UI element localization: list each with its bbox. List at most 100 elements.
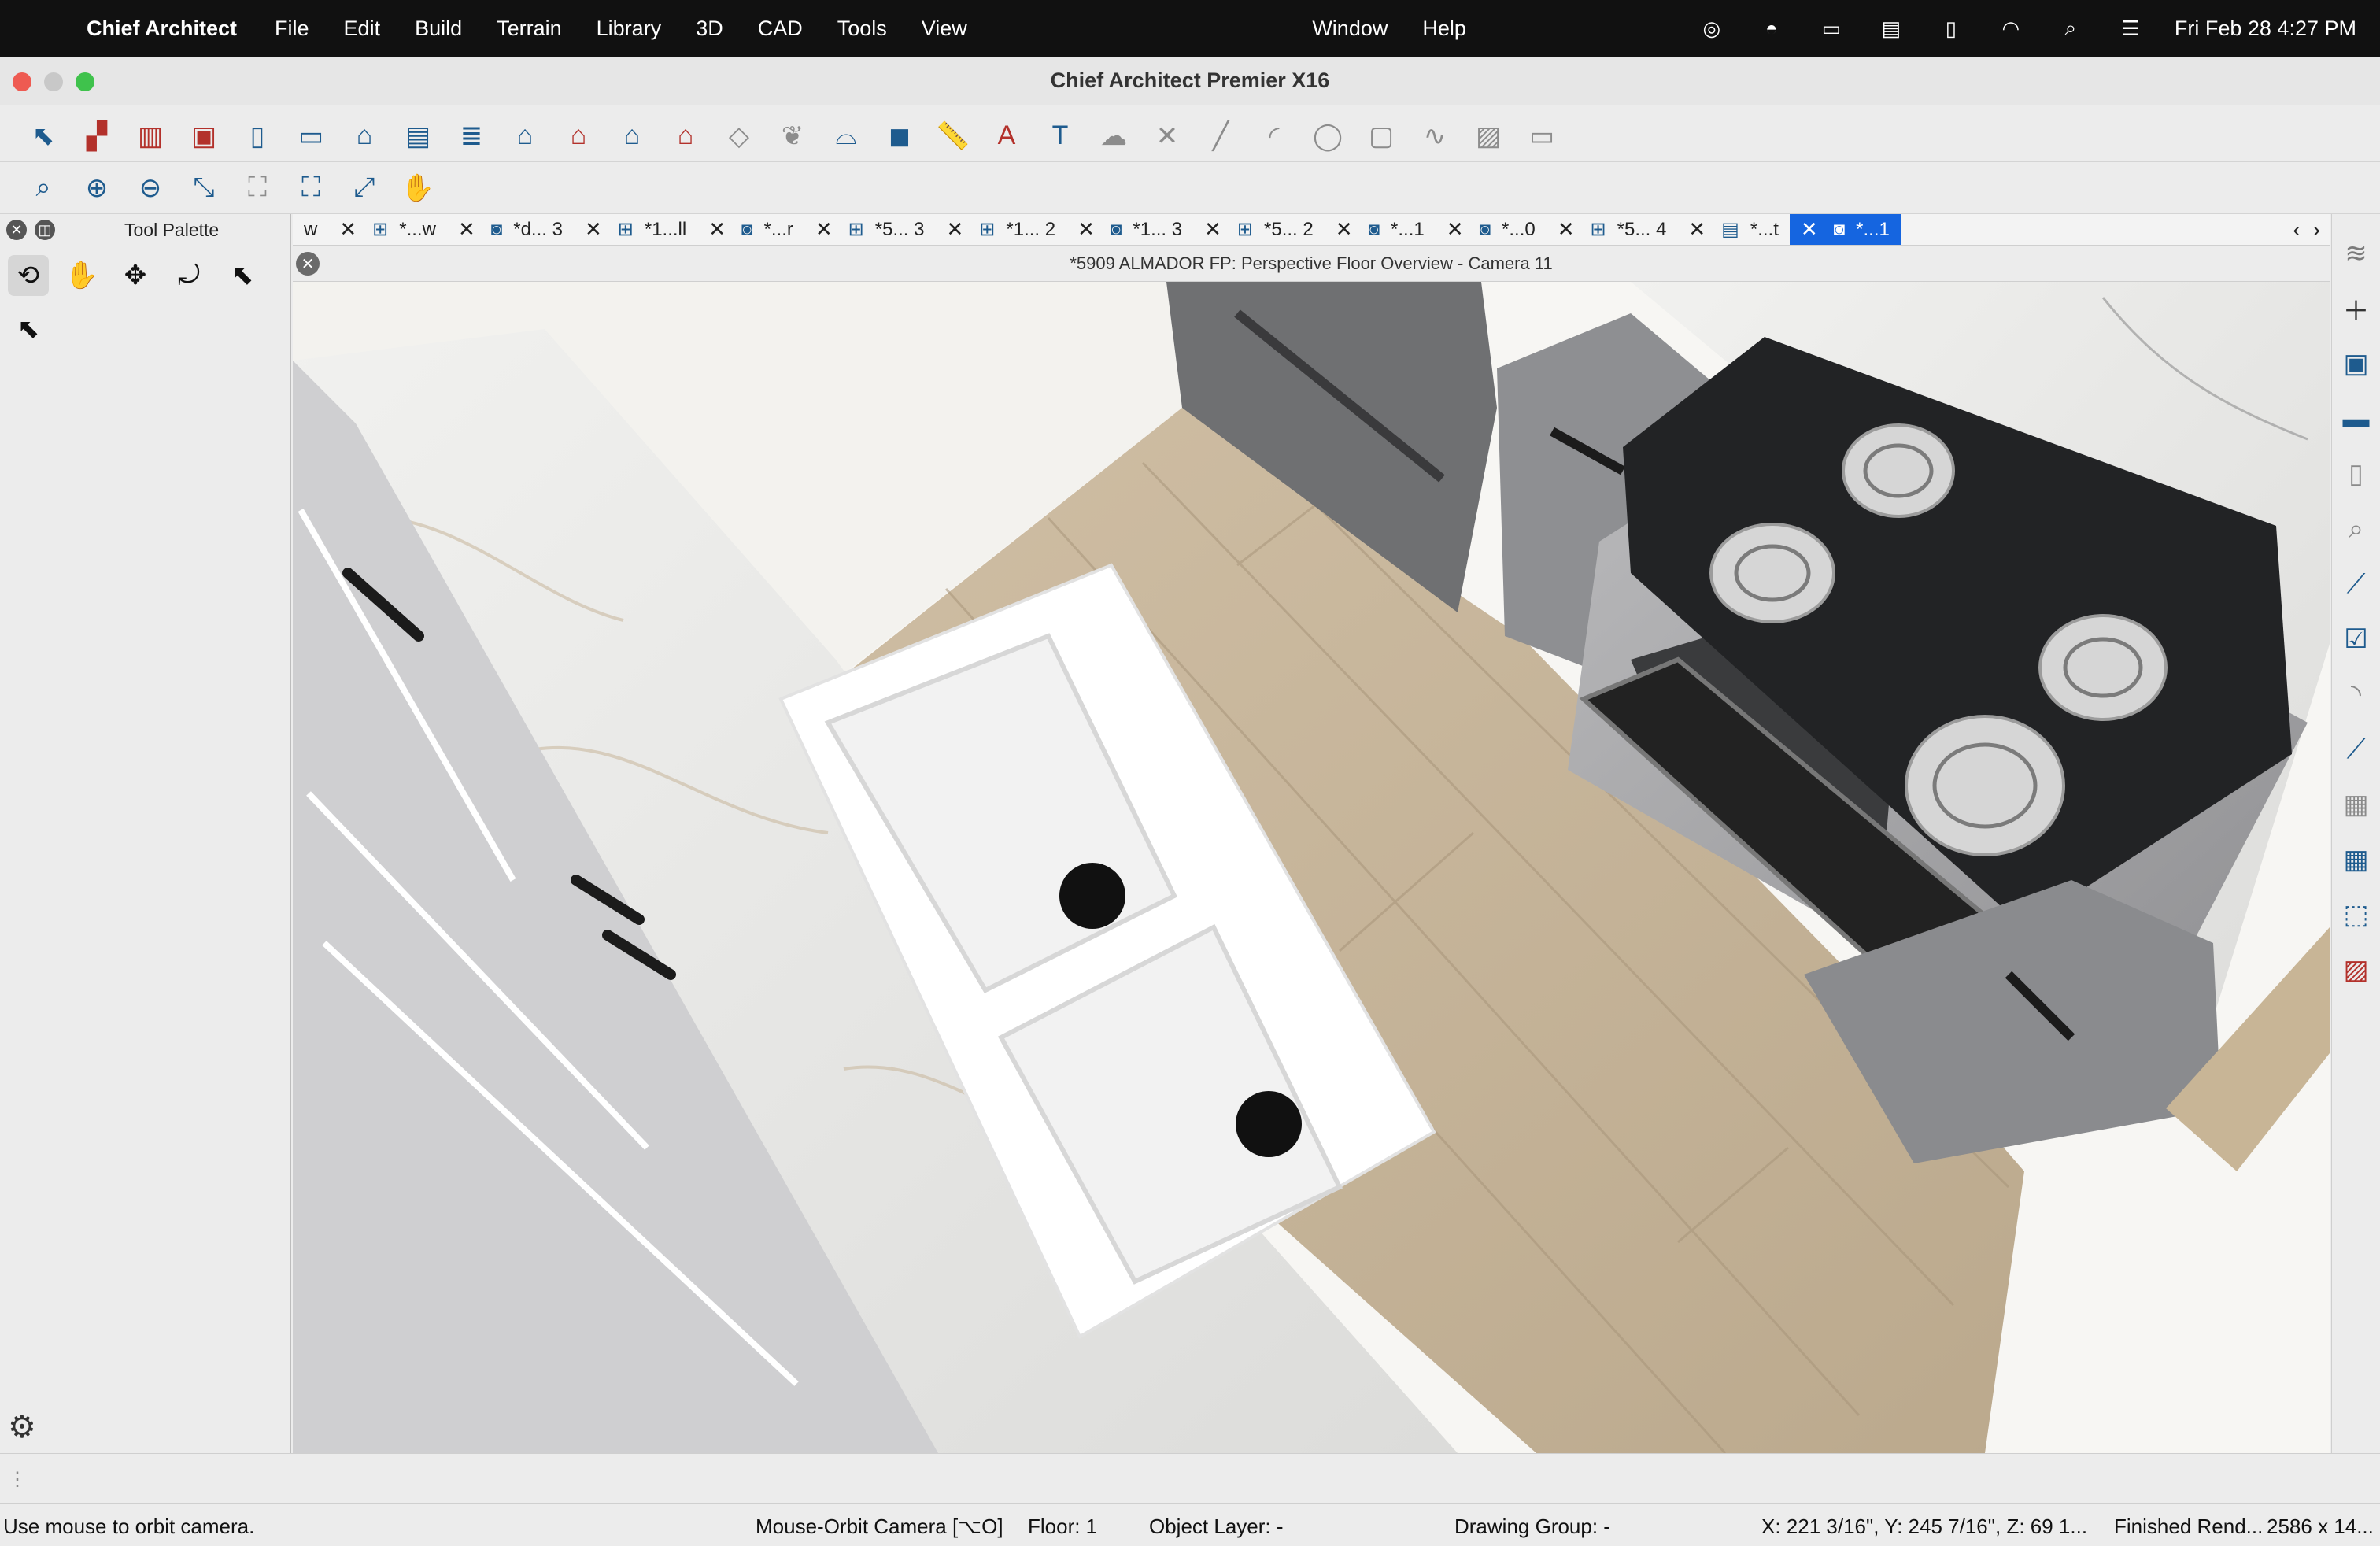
close-window-button[interactable]	[13, 72, 31, 91]
display-icon[interactable]: ▭	[1817, 17, 1846, 41]
add-icon[interactable]: ＋	[2338, 290, 2375, 327]
close-tab-icon[interactable]: ✕	[1558, 217, 1575, 242]
menu-window[interactable]: Window	[1312, 17, 1388, 41]
control-center-icon[interactable]: ☰	[2116, 17, 2145, 41]
tab-view-10[interactable]: ✕ ◙ *...1	[1325, 214, 1436, 245]
house-tool-icon[interactable]: ⌂	[505, 117, 545, 156]
plant-tool-icon[interactable]: ❦	[773, 117, 812, 156]
circle-tool-icon[interactable]: ◯	[1308, 117, 1347, 156]
fixture-tool-icon[interactable]: ⌓	[826, 117, 866, 156]
line-tool-icon[interactable]: ╱	[1201, 117, 1240, 156]
transform-icon[interactable]: ⬚	[2338, 896, 2375, 934]
detach-palette-icon[interactable]: ◫	[35, 220, 55, 240]
cad-detail-icon[interactable]: ▭	[1522, 117, 1561, 156]
cloud-tool-icon[interactable]: ☁	[1094, 117, 1133, 156]
tab-view-4[interactable]: ✕ ⊞ *1...ll	[574, 214, 697, 245]
preview-icon[interactable]: ⌕	[2338, 510, 2375, 548]
edit-line-icon[interactable]: ⟋	[2338, 565, 2375, 603]
tab-view-5[interactable]: ✕ ◙ *...r	[697, 214, 804, 245]
wifi-icon[interactable]: ◠	[1997, 17, 2025, 41]
open-object-icon[interactable]: ▣	[2338, 345, 2375, 383]
window-tool-icon[interactable]: ▭	[291, 117, 331, 156]
search-icon[interactable]: ⌕	[2057, 16, 2085, 41]
tab-next-icon[interactable]: ›	[2313, 217, 2320, 242]
app-menu[interactable]: Chief Architect	[87, 17, 237, 41]
framing-tool-icon[interactable]: ⌂	[666, 117, 705, 156]
menu-cad[interactable]: CAD	[758, 17, 803, 41]
menu-file[interactable]: File	[275, 17, 309, 41]
close-tab-icon[interactable]: ✕	[1801, 217, 1818, 242]
fingerprint-icon[interactable]: ◎	[1698, 17, 1726, 41]
reverse-icon[interactable]: ▬	[2338, 400, 2375, 438]
battery-icon[interactable]: ▯	[1937, 17, 1965, 41]
card-icon[interactable]: ▤	[1877, 17, 1905, 41]
menu-view[interactable]: View	[922, 17, 967, 41]
roof-tool-icon[interactable]: ⌂	[559, 117, 598, 156]
arc-edit-icon[interactable]: ◝	[2338, 675, 2375, 713]
tilt-camera-icon[interactable]: ⤾	[168, 255, 209, 296]
horizontal-scrollbar[interactable]: ⋮	[0, 1453, 2380, 1503]
close-palette-icon[interactable]: ✕	[6, 220, 27, 240]
text-tool-icon[interactable]: T	[1040, 117, 1080, 156]
camera-settings-icon[interactable]: ⬉	[8, 309, 49, 350]
close-tab-icon[interactable]: ✕	[815, 217, 833, 242]
menubar-clock[interactable]: Fri Feb 28 4:27 PM	[2175, 17, 2356, 41]
tab-view-6[interactable]: ✕ ⊞ *5... 3	[804, 214, 936, 245]
tab-view-14-active[interactable]: ✕ ◙ *...1	[1789, 214, 1901, 245]
close-tab-icon[interactable]: ✕	[1336, 217, 1353, 242]
pan-camera-icon[interactable]: ✋	[61, 255, 102, 296]
undo-zoom-icon[interactable]: ⤡	[184, 168, 224, 208]
menu-help[interactable]: Help	[1422, 17, 1466, 41]
minimize-window-button[interactable]	[44, 72, 63, 91]
tab-view-12[interactable]: ✕ ⊞ *5... 4	[1547, 214, 1678, 245]
close-view-icon[interactable]: ✕	[296, 252, 320, 276]
pan-view-icon[interactable]: ✋	[398, 168, 438, 208]
arc-tool-icon[interactable]: ◜	[1255, 117, 1294, 156]
menu-terrain[interactable]: Terrain	[497, 17, 562, 41]
3d-viewport[interactable]	[293, 282, 2330, 1453]
close-tab-icon[interactable]: ✕	[1077, 217, 1095, 242]
grid-edit-icon[interactable]: ▦	[2338, 841, 2375, 878]
close-tab-icon[interactable]: ✕	[458, 217, 475, 242]
zoom-out-icon[interactable]: ⊖	[131, 168, 170, 208]
close-tab-icon[interactable]: ✕	[1447, 217, 1464, 242]
dormer-tool-icon[interactable]: ⌂	[612, 117, 652, 156]
tab-view-2[interactable]: ✕ ⊞ *...w	[328, 214, 447, 245]
close-tab-icon[interactable]: ✕	[339, 217, 357, 242]
menu-edit[interactable]: Edit	[344, 17, 381, 41]
fill-building-icon[interactable]: ⛶	[291, 168, 331, 208]
close-tab-icon[interactable]: ✕	[1204, 217, 1221, 242]
tab-view-3[interactable]: ✕ ◙ *d... 3	[447, 214, 574, 245]
zoom-window-icon[interactable]: ⌕	[24, 168, 63, 208]
select-objects-icon[interactable]: ⬉	[24, 117, 63, 156]
3d-object-icon[interactable]: ◼	[880, 117, 919, 156]
cabinet-tool-icon[interactable]: ▣	[184, 117, 224, 156]
pattern-edit-icon[interactable]: ▨	[2338, 951, 2375, 989]
rectangle-tool-icon[interactable]: ▢	[1362, 117, 1401, 156]
zoom-in-icon[interactable]: ⊕	[77, 168, 116, 208]
fill-window-icon[interactable]: ⛶	[238, 168, 277, 208]
close-tab-icon[interactable]: ✕	[708, 217, 726, 242]
tab-view-8[interactable]: ✕ ◙ *1... 3	[1066, 214, 1193, 245]
move-camera-icon[interactable]: ✥	[115, 255, 156, 296]
delete-tool-icon[interactable]: ✕	[1148, 117, 1187, 156]
spline-tool-icon[interactable]: ∿	[1415, 117, 1454, 156]
page-icon[interactable]: ▯	[2338, 455, 2375, 493]
dimension-tool-icon[interactable]: 📏	[933, 117, 973, 156]
chart-edit-icon[interactable]: ⟋	[2338, 730, 2375, 768]
menu-library[interactable]: Library	[597, 17, 662, 41]
rotate-camera-icon[interactable]: ⬉	[222, 255, 263, 296]
resize-grip-icon[interactable]: ⋮	[8, 1468, 27, 1491]
cad-blocks-icon[interactable]: ▨	[1469, 117, 1508, 156]
zoom-window-button[interactable]	[76, 72, 94, 91]
railing-tool-icon[interactable]: ▥	[131, 117, 170, 156]
tab-view-11[interactable]: ✕ ◙ *...0	[1436, 214, 1547, 245]
cabinet-layout-icon[interactable]: ▤	[398, 117, 438, 156]
layer-stack-icon[interactable]: ≋	[2338, 235, 2375, 272]
wall-tool-icon[interactable]: ▞	[77, 117, 116, 156]
tab-view-7[interactable]: ✕ ⊞ *1... 2	[935, 214, 1066, 245]
gear-icon[interactable]: ⚙	[8, 1409, 36, 1445]
menu-build[interactable]: Build	[415, 17, 462, 41]
slab-tool-icon[interactable]: ◇	[719, 117, 759, 156]
tab-view-1[interactable]: w	[293, 214, 328, 245]
